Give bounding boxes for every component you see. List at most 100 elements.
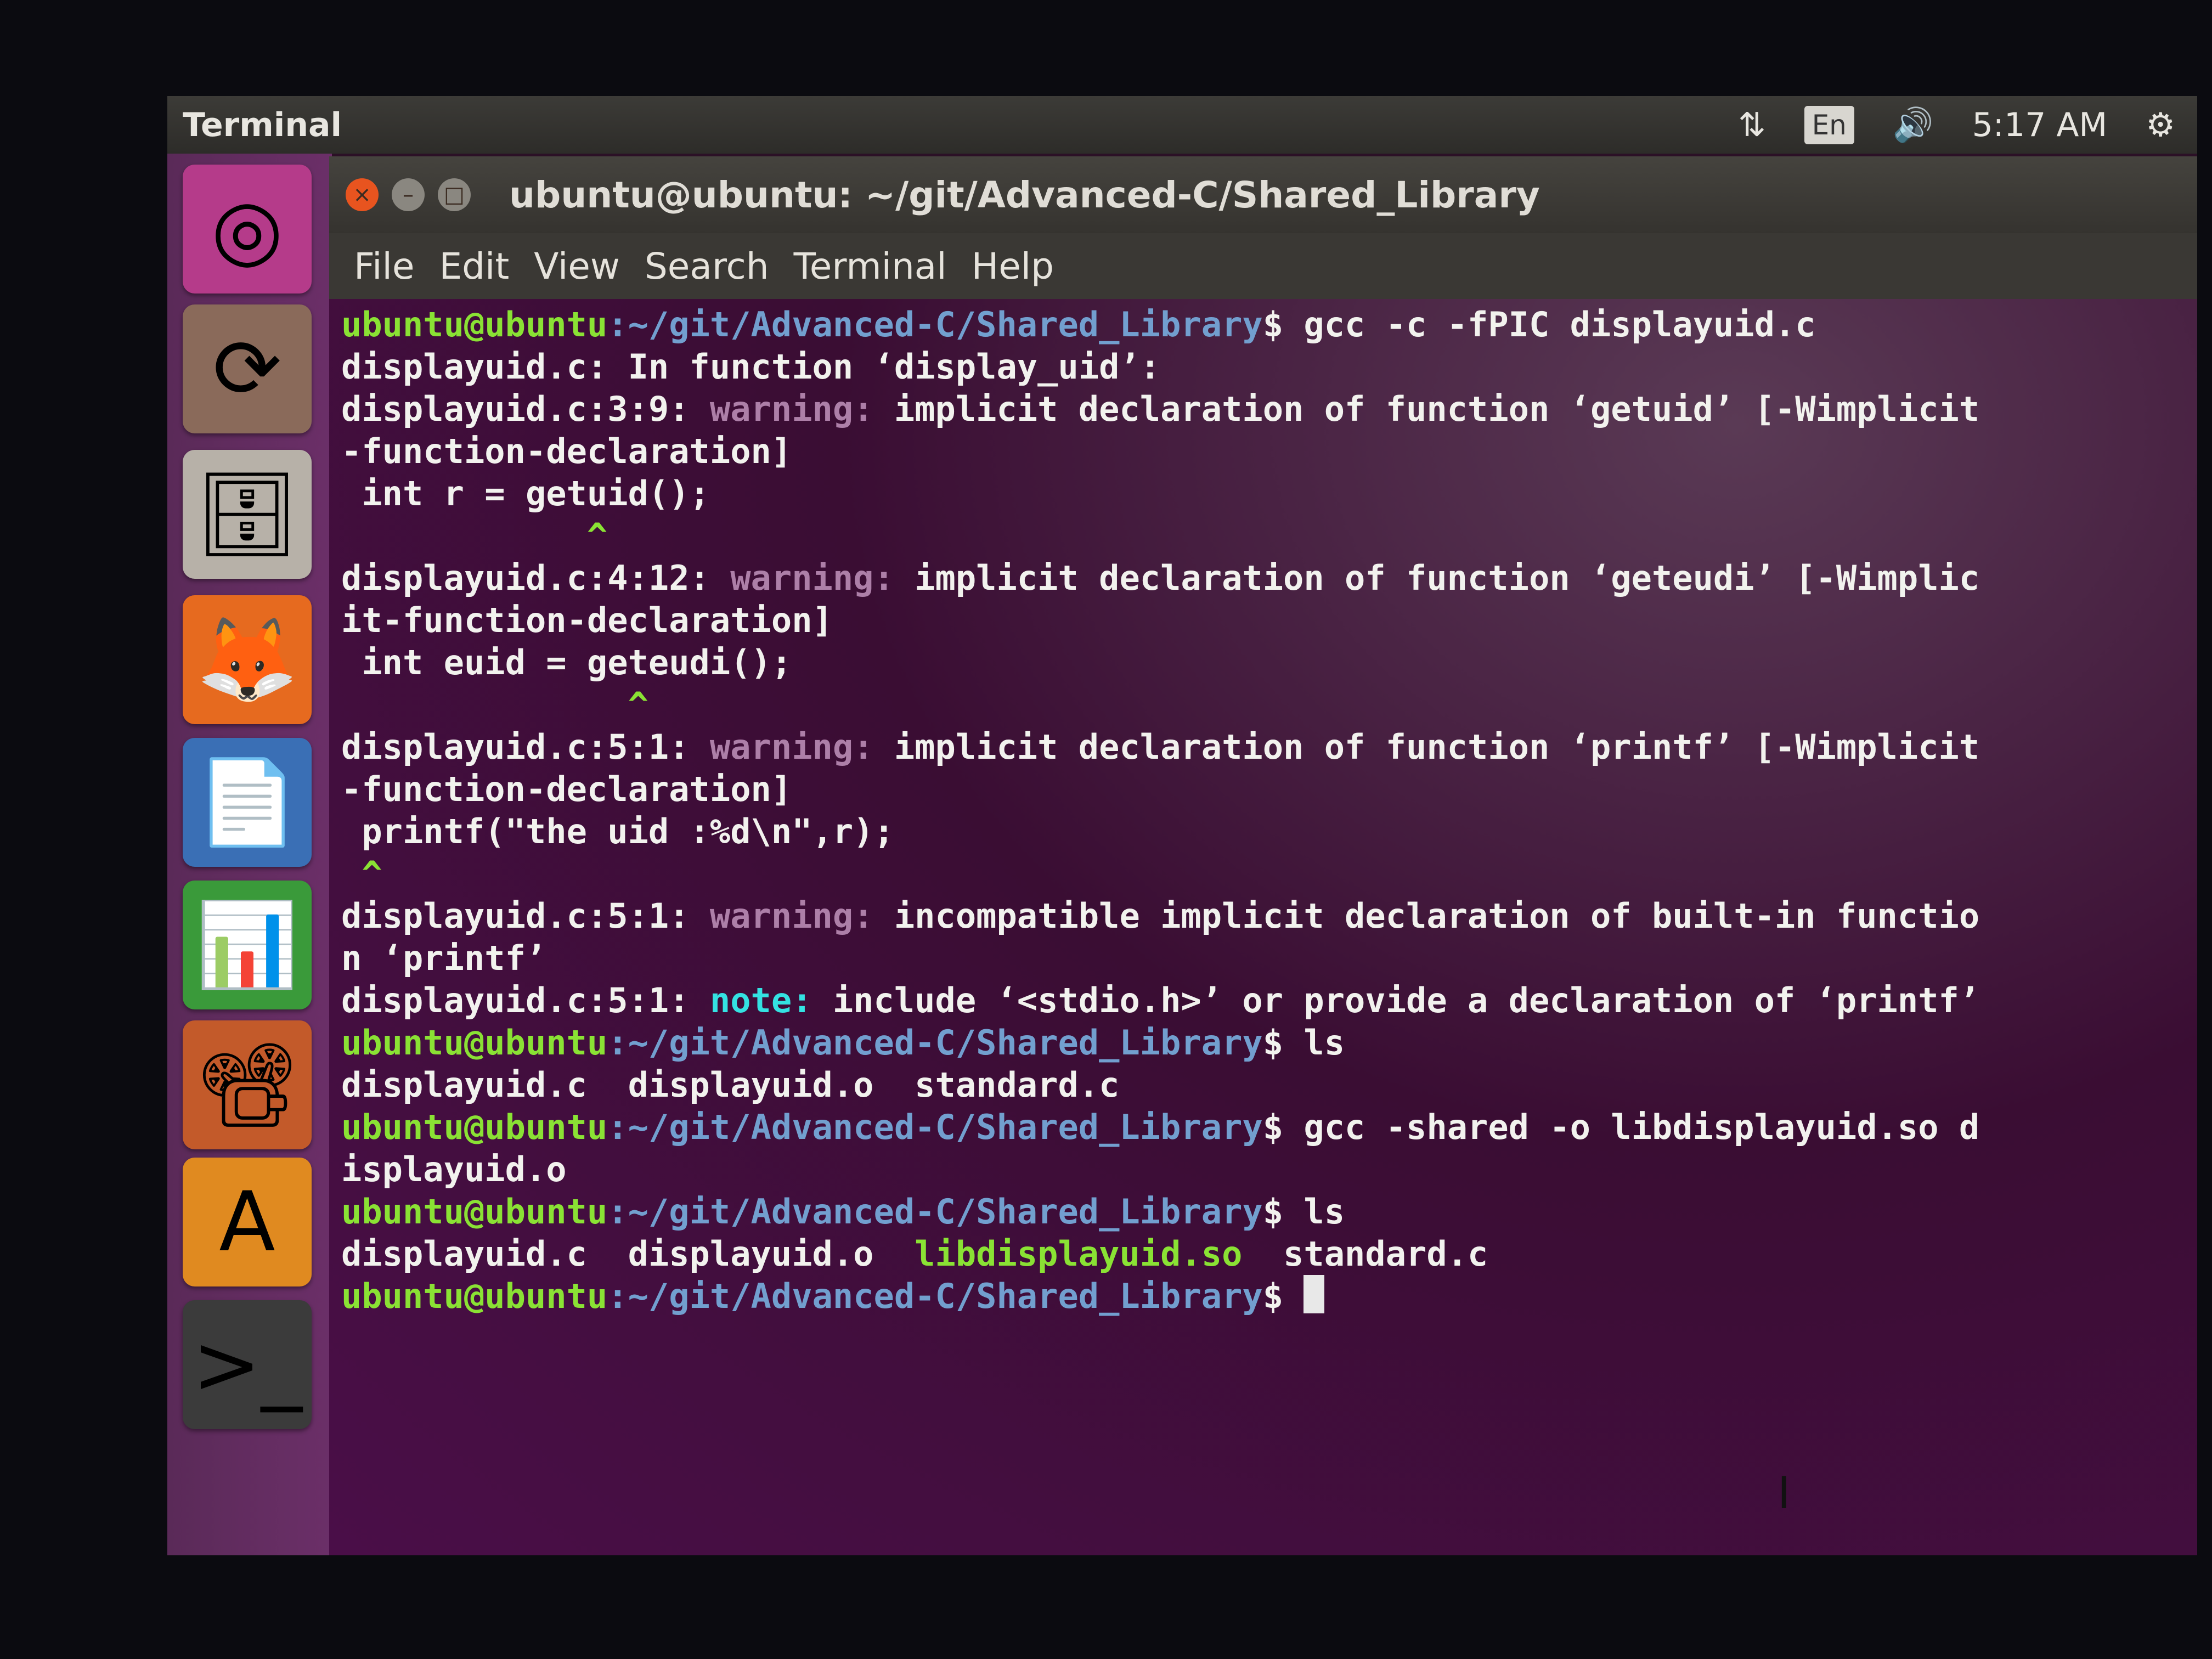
prompt-symbol: $ bbox=[1262, 1276, 1284, 1316]
diagnostic-message: implicit declaration of function ‘printf… bbox=[873, 727, 1980, 767]
diagnostic-message: incompatible implicit declaration of bui… bbox=[873, 896, 1980, 936]
prompt-user: ubuntu@ubuntu bbox=[341, 1192, 608, 1232]
file-list: standard.c bbox=[1242, 1234, 1488, 1274]
terminal-output[interactable]: ubuntu@ubuntu:~/git/Advanced-C/Shared_Li… bbox=[329, 299, 2197, 1555]
close-icon[interactable]: × bbox=[346, 178, 379, 211]
maximize-icon[interactable]: □ bbox=[438, 178, 471, 211]
updater-glyph: ⟳ bbox=[212, 321, 282, 417]
diagnostic-location: displayuid.c:5:1: bbox=[341, 727, 710, 767]
prompt-symbol: $ bbox=[1262, 304, 1284, 345]
command-text: ls bbox=[1283, 1192, 1345, 1232]
terminal-line: n ‘printf’ bbox=[341, 938, 546, 978]
launcher: ◎ ⟳ 🗄 🦊 📄 📊 📽 A >_ bbox=[167, 154, 332, 1555]
files-icon[interactable]: 🗄 bbox=[183, 450, 312, 579]
terminal-line: int r = getuid(); bbox=[341, 473, 710, 514]
impress-glyph: 📽 bbox=[195, 1037, 300, 1133]
prompt-symbol: $ bbox=[1262, 1107, 1284, 1147]
firefox-icon[interactable]: 🦊 bbox=[183, 595, 312, 724]
prompt-path: :~/git/Advanced-C/Shared_Library bbox=[607, 1192, 1263, 1232]
software-updater-icon[interactable]: ⟳ bbox=[183, 304, 312, 433]
firefox-glyph: 🦊 bbox=[196, 612, 298, 708]
caret-marker: ^ bbox=[341, 854, 382, 894]
terminal-line: ubuntu@ubuntu:~/git/Advanced-C/Shared_Li… bbox=[341, 1275, 2193, 1317]
terminal-line: isplayuid.o bbox=[341, 1149, 567, 1189]
network-icon[interactable]: ⇅ bbox=[1738, 106, 1765, 144]
terminal-line: displayuid.c:5:1: warning: incompatible … bbox=[341, 895, 2193, 937]
diagnostic-message: include ‘<stdio.h>’ or provide a declara… bbox=[812, 980, 1980, 1020]
caret-marker: ^ bbox=[341, 685, 648, 725]
clock[interactable]: 5:17 AM bbox=[1972, 106, 2108, 144]
menu-file[interactable]: File bbox=[354, 245, 414, 287]
command-text: gcc -shared -o libdisplayuid.so d bbox=[1283, 1107, 1980, 1147]
prompt-path: :~/git/Advanced-C/Shared_Library bbox=[607, 1276, 1263, 1316]
terminal-line: printf("the uid :%d\n",r); bbox=[341, 811, 894, 851]
command-text: gcc -c -fPIC displayuid.c bbox=[1283, 304, 1816, 345]
diagnostic-message: implicit declaration of function ‘getuid… bbox=[873, 389, 1980, 429]
terminal-line: ubuntu@ubuntu:~/git/Advanced-C/Shared_Li… bbox=[341, 1022, 2193, 1064]
writer-glyph: 📄 bbox=[196, 754, 298, 850]
software-glyph: A bbox=[219, 1174, 275, 1270]
terminal-glyph: >_ bbox=[192, 1317, 302, 1413]
window-titlebar[interactable]: × – □ ubuntu@ubuntu: ~/git/Advanced-C/Sh… bbox=[329, 156, 2197, 233]
top-panel: Terminal ⇅ En 🔊 5:17 AM ⚙ bbox=[167, 96, 2197, 154]
minimize-icon[interactable]: – bbox=[392, 178, 425, 211]
terminal-line: displayuid.c displayuid.o standard.c bbox=[341, 1065, 1120, 1105]
terminal-line: displayuid.c:3:9: warning: implicit decl… bbox=[341, 388, 2193, 430]
menu-edit[interactable]: Edit bbox=[439, 245, 509, 287]
prompt-user: ubuntu@ubuntu bbox=[341, 1276, 608, 1316]
terminal-line: -function-declaration] bbox=[341, 769, 792, 809]
window-title: ubuntu@ubuntu: ~/git/Advanced-C/Shared_L… bbox=[509, 173, 1540, 216]
prompt-path: :~/git/Advanced-C/Shared_Library bbox=[607, 304, 1263, 345]
writer-icon[interactable]: 📄 bbox=[183, 738, 312, 867]
impress-icon[interactable]: 📽 bbox=[183, 1020, 312, 1149]
diagnostic-location: displayuid.c:4:12: bbox=[341, 558, 731, 598]
prompt-user: ubuntu@ubuntu bbox=[341, 1107, 608, 1147]
terminal-icon[interactable]: >_ bbox=[183, 1300, 312, 1429]
terminal-line: displayuid.c displayuid.o libdisplayuid.… bbox=[341, 1233, 2193, 1275]
terminal-line: displayuid.c:5:1: note: include ‘<stdio.… bbox=[341, 979, 2193, 1022]
files-glyph: 🗄 bbox=[195, 466, 300, 562]
menu-view[interactable]: View bbox=[534, 245, 620, 287]
menu-bar: File Edit View Search Terminal Help bbox=[329, 233, 2197, 299]
menu-help[interactable]: Help bbox=[972, 245, 1054, 287]
shared-library-file: libdisplayuid.so bbox=[915, 1234, 1243, 1274]
prompt-path: :~/git/Advanced-C/Shared_Library bbox=[607, 1023, 1263, 1063]
terminal-line: -function-declaration] bbox=[341, 431, 792, 471]
active-app-title: Terminal bbox=[183, 105, 342, 144]
gear-icon[interactable]: ⚙ bbox=[2146, 106, 2175, 144]
text-cursor bbox=[1304, 1275, 1325, 1313]
warning-label: warning: bbox=[730, 558, 894, 598]
terminal-line: displayuid.c:5:1: warning: implicit decl… bbox=[341, 726, 2193, 768]
file-list: displayuid.c displayuid.o bbox=[341, 1234, 915, 1274]
terminal-line: displayuid.c: In function ‘display_uid’: bbox=[341, 347, 1161, 387]
software-center-icon[interactable]: A bbox=[183, 1158, 312, 1286]
command-text: ls bbox=[1283, 1023, 1345, 1063]
terminal-line: int euid = geteudi(); bbox=[341, 642, 792, 682]
warning-label: warning: bbox=[709, 727, 874, 767]
terminal-window: × – □ ubuntu@ubuntu: ~/git/Advanced-C/Sh… bbox=[329, 156, 2197, 1555]
diagnostic-location: displayuid.c:3:9: bbox=[341, 389, 710, 429]
diagnostic-location: displayuid.c:5:1: bbox=[341, 980, 710, 1020]
indicator-area: ⇅ En 🔊 5:17 AM ⚙ bbox=[1738, 96, 2175, 154]
prompt-user: ubuntu@ubuntu bbox=[341, 304, 608, 345]
calc-glyph: 📊 bbox=[196, 897, 298, 993]
note-label: note: bbox=[709, 980, 812, 1020]
dash-icon[interactable]: ◎ bbox=[183, 165, 312, 294]
menu-terminal[interactable]: Terminal bbox=[794, 245, 947, 287]
diagnostic-location: displayuid.c:5:1: bbox=[341, 896, 710, 936]
prompt-symbol: $ bbox=[1262, 1192, 1284, 1232]
menu-search[interactable]: Search bbox=[645, 245, 769, 287]
terminal-line: ubuntu@ubuntu:~/git/Advanced-C/Shared_Li… bbox=[341, 1106, 2193, 1148]
warning-label: warning: bbox=[709, 389, 874, 429]
terminal-line: ubuntu@ubuntu:~/git/Advanced-C/Shared_Li… bbox=[341, 303, 2193, 346]
warning-label: warning: bbox=[709, 896, 874, 936]
terminal-line: it-function-declaration] bbox=[341, 600, 833, 640]
terminal-line: ubuntu@ubuntu:~/git/Advanced-C/Shared_Li… bbox=[341, 1190, 2193, 1233]
calc-icon[interactable]: 📊 bbox=[183, 881, 312, 1009]
volume-icon[interactable]: 🔊 bbox=[1893, 105, 1934, 144]
prompt-path: :~/git/Advanced-C/Shared_Library bbox=[607, 1107, 1263, 1147]
mouse-ibeam-icon: I bbox=[1778, 1468, 1791, 1519]
dash-glyph: ◎ bbox=[211, 181, 283, 277]
keyboard-layout-indicator[interactable]: En bbox=[1804, 105, 1854, 144]
diagnostic-message: implicit declaration of function ‘geteud… bbox=[894, 558, 1980, 598]
